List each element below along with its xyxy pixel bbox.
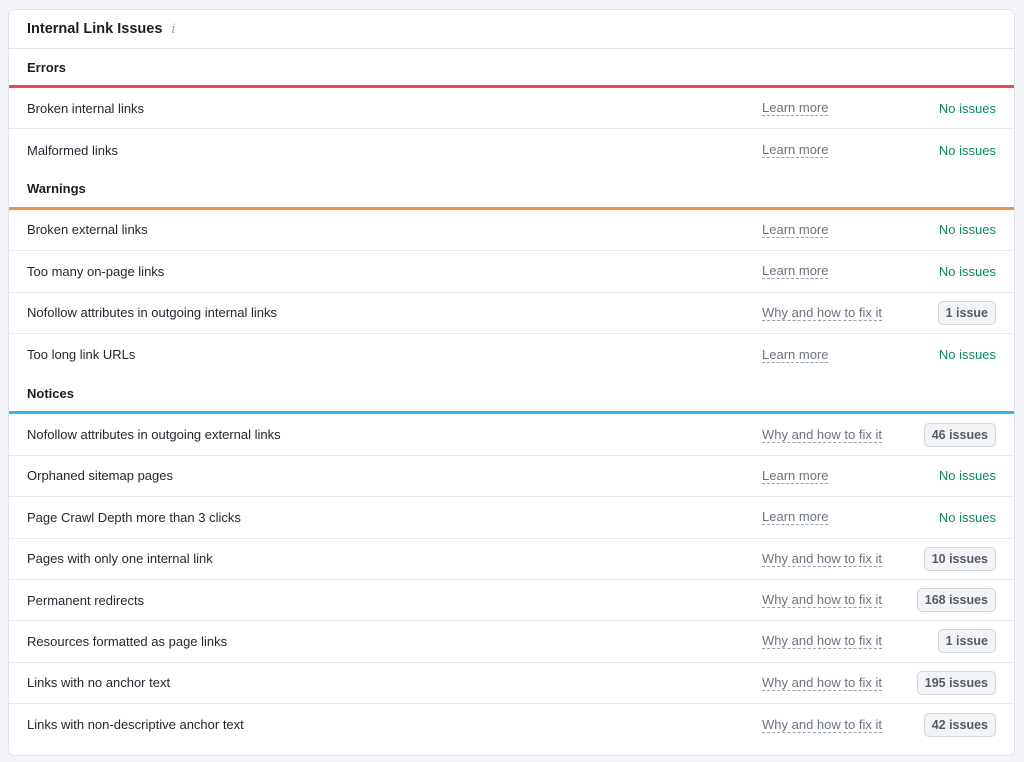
- issue-count-badge[interactable]: 168 issues: [916, 588, 996, 613]
- issue-label: Nofollow attributes in outgoing external…: [27, 427, 281, 443]
- learn-more-link[interactable]: Learn more: [762, 222, 829, 238]
- why-and-how-to-fix-link[interactable]: Why and how to fix it: [762, 592, 882, 609]
- issue-count-badge[interactable]: 1 issue: [937, 300, 996, 325]
- issue-label: Broken external links: [27, 222, 148, 238]
- issue-row: Nofollow attributes in outgoing external…: [9, 414, 1014, 456]
- help-link-cell: Why and how to fix it: [762, 633, 910, 650]
- section-title-warnings: Warnings: [27, 181, 86, 197]
- issue-status-cell: No issues: [910, 222, 996, 237]
- why-and-how-to-fix-link[interactable]: Why and how to fix it: [762, 427, 882, 443]
- help-link-cell: Learn more: [762, 142, 910, 159]
- issue-status-cell: 42 issues: [910, 712, 996, 737]
- learn-more-link[interactable]: Learn more: [762, 347, 829, 363]
- learn-more-link[interactable]: Learn more: [762, 509, 829, 526]
- no-issues-status: No issues: [938, 100, 996, 116]
- card-header: Internal Link Issues i: [9, 10, 1014, 49]
- issue-row: Links with no anchor text Why and how to …: [9, 663, 1014, 705]
- issue-label: Broken internal links: [27, 100, 145, 116]
- help-link-cell: Why and how to fix it: [762, 717, 910, 733]
- issue-label: Page Crawl Depth more than 3 clicks: [27, 509, 241, 525]
- issue-status-cell: 46 issues: [910, 422, 996, 447]
- issue-row: Too many on-page links Learn more No issue…: [9, 251, 1014, 293]
- issue-label: Links with no anchor text: [27, 675, 171, 691]
- issue-row: Orphaned sitemap pages Learn more No issue…: [9, 456, 1014, 498]
- section-title-notices: Notices: [27, 385, 74, 401]
- issue-status-cell: 1 issue: [910, 629, 996, 654]
- issue-row: Too long link URLs Learn more No issues: [9, 334, 1014, 375]
- issue-row: Broken external links Learn more No issues: [9, 210, 1014, 252]
- help-link-cell: Learn more: [762, 222, 910, 238]
- issue-row: Broken internal links Learn more No issues: [9, 88, 1014, 130]
- issue-status-cell: No issues: [910, 468, 996, 483]
- issue-count-badge[interactable]: 195 issues: [916, 670, 996, 695]
- help-link-cell: Why and how to fix it: [762, 592, 910, 609]
- why-and-how-to-fix-link[interactable]: Why and how to fix it: [762, 551, 882, 567]
- help-link-cell: Learn more: [762, 468, 910, 484]
- issue-row: Links with non-descriptive anchor text Wh…: [9, 704, 1014, 745]
- learn-more-link[interactable]: Learn more: [762, 263, 829, 280]
- issue-row: Resources formatted as page links Why and…: [9, 621, 1014, 663]
- issue-label: Too many on-page links: [27, 263, 165, 279]
- no-issues-status: No issues: [938, 509, 996, 525]
- issue-status-cell: 168 issues: [910, 588, 996, 613]
- issue-label: Nofollow attributes in outgoing internal…: [27, 305, 278, 321]
- help-link-cell: Why and how to fix it: [762, 427, 910, 443]
- info-icon[interactable]: i: [171, 22, 175, 37]
- help-link-cell: Why and how to fix it: [762, 675, 910, 691]
- why-and-how-to-fix-link[interactable]: Why and how to fix it: [762, 717, 882, 733]
- card-title: Internal Link Issues: [27, 21, 163, 37]
- internal-link-issues-card: Internal Link Issues i Errors Broken inte…: [8, 9, 1015, 756]
- issue-row: Permanent redirects Why and how to fix it…: [9, 580, 1014, 622]
- issue-count-badge[interactable]: 1 issue: [937, 629, 996, 654]
- issue-status-cell: 195 issues: [910, 670, 996, 695]
- issue-label: Pages with only one internal link: [27, 551, 213, 567]
- issue-status-cell: No issues: [910, 347, 996, 362]
- why-and-how-to-fix-link[interactable]: Why and how to fix it: [762, 675, 882, 691]
- learn-more-link[interactable]: Learn more: [762, 100, 829, 117]
- help-link-cell: Learn more: [762, 263, 910, 280]
- learn-more-link[interactable]: Learn more: [762, 468, 829, 484]
- issue-label: Too long link URLs: [27, 347, 136, 363]
- no-issues-status: No issues: [938, 468, 996, 484]
- issue-count-badge[interactable]: 46 issues: [923, 422, 996, 447]
- learn-more-link[interactable]: Learn more: [762, 142, 829, 159]
- issue-label: Permanent redirects: [27, 592, 145, 608]
- help-link-cell: Learn more: [762, 509, 910, 526]
- issue-count-badge[interactable]: 42 issues: [923, 712, 996, 737]
- help-link-cell: Why and how to fix it: [762, 305, 910, 321]
- no-issues-status: No issues: [938, 263, 996, 279]
- issue-row: Page Crawl Depth more than 3 clicks Learn…: [9, 497, 1014, 539]
- issue-label: Malformed links: [27, 142, 119, 158]
- issue-row: Pages with only one internal link Why and…: [9, 539, 1014, 580]
- issue-sections: Errors Broken internal links Learn more No …: [9, 49, 1014, 745]
- why-and-how-to-fix-link[interactable]: Why and how to fix it: [762, 305, 882, 321]
- issue-row: Nofollow attributes in outgoing internal…: [9, 293, 1014, 334]
- issue-status-cell: 1 issue: [910, 300, 996, 325]
- help-link-cell: Why and how to fix it: [762, 551, 910, 567]
- no-issues-status: No issues: [938, 222, 996, 238]
- issue-status-cell: No issues: [910, 264, 996, 279]
- issue-status-cell: 10 issues: [910, 546, 996, 571]
- issue-status-cell: No issues: [910, 101, 996, 116]
- no-issues-status: No issues: [938, 142, 996, 158]
- issue-label: Resources formatted as page links: [27, 633, 228, 649]
- issue-status-cell: No issues: [910, 143, 996, 158]
- issue-row: Malformed links Learn more No issues: [9, 129, 1014, 170]
- issue-label: Orphaned sitemap pages: [27, 468, 173, 484]
- no-issues-status: No issues: [938, 347, 996, 363]
- section-title-errors: Errors: [27, 59, 67, 75]
- help-link-cell: Learn more: [762, 100, 910, 117]
- issue-count-badge[interactable]: 10 issues: [923, 546, 996, 571]
- why-and-how-to-fix-link[interactable]: Why and how to fix it: [762, 633, 882, 650]
- issue-label: Links with non-descriptive anchor text: [27, 717, 244, 733]
- issue-status-cell: No issues: [910, 510, 996, 525]
- help-link-cell: Learn more: [762, 347, 910, 363]
